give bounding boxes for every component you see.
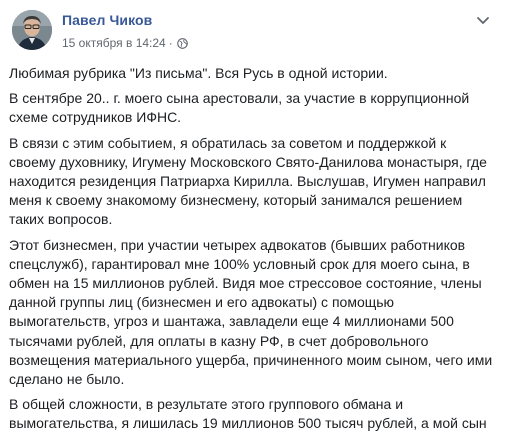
- post-paragraph: Этот бизнесмен, при участии четырех адво…: [9, 236, 493, 388]
- post-header: Павел Чиков 15 октября в 14:24 ·: [9, 0, 497, 64]
- post-paragraph: В связи с этим событием, я обратилась за…: [9, 134, 487, 228]
- post-body: Любимая рубрика "Из письма". Вся Русь в …: [9, 64, 497, 433]
- post-paragraph: Любимая рубрика "Из письма". Вся Русь в …: [9, 65, 388, 81]
- post-paragraph: В общей сложности, в результате этого гр…: [9, 396, 487, 432]
- author-avatar[interactable]: [12, 10, 52, 50]
- chevron-down-icon[interactable]: [475, 12, 491, 28]
- author-name[interactable]: Павел Чиков: [62, 12, 152, 28]
- post-paragraph: В сентябре 20.. г. моего сына арестовали…: [9, 90, 470, 126]
- facebook-post: Павел Чиков 15 октября в 14:24 · Любимая…: [0, 0, 506, 433]
- globe-icon[interactable]: [176, 37, 188, 49]
- meta-separator: ·: [168, 36, 173, 50]
- post-timestamp[interactable]: 15 октября в 14:24: [62, 36, 166, 50]
- post-meta: 15 октября в 14:24 ·: [62, 36, 188, 50]
